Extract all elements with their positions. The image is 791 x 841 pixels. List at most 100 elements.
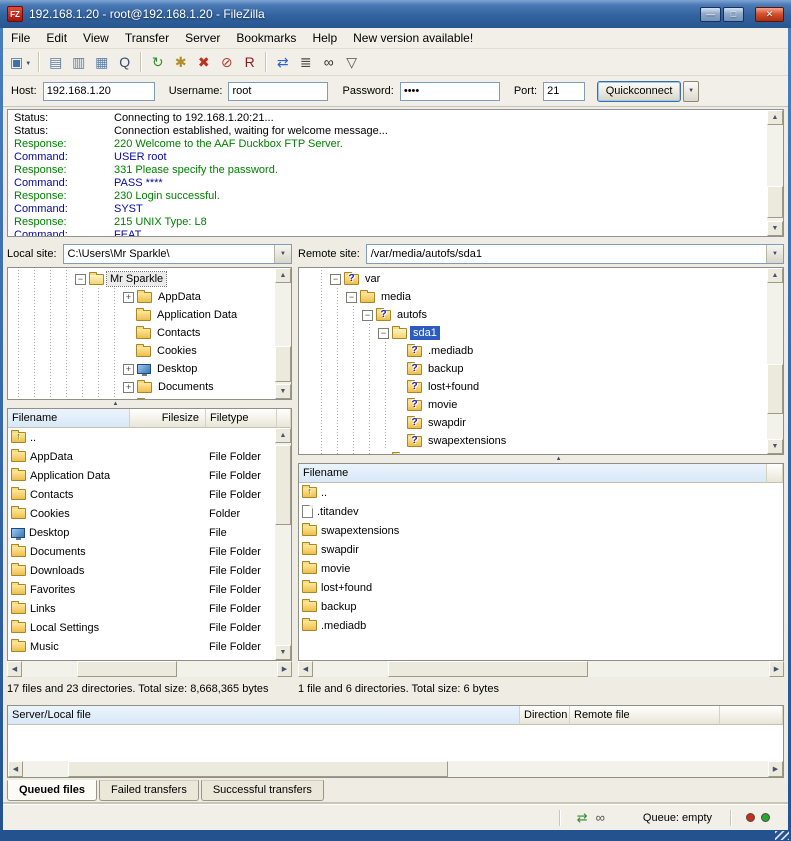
remote-tree-list-splitter[interactable]: ▲ [298, 455, 784, 463]
collapse-icon[interactable]: − [378, 328, 389, 339]
disconnect-button[interactable]: ⊘ [215, 51, 238, 74]
scroll-right-icon[interactable] [277, 661, 292, 677]
toggle-local-tree-button[interactable]: ▥ [67, 51, 90, 74]
file-row[interactable]: DesktopFile [8, 523, 291, 542]
host-input[interactable] [43, 82, 155, 101]
scroll-right-icon[interactable] [769, 661, 784, 677]
tree-row[interactable]: Application Data [8, 306, 275, 324]
tree-row[interactable]: .mediadb [299, 342, 767, 360]
scroll-left-icon[interactable] [8, 761, 23, 777]
tab-queued-files[interactable]: Queued files [7, 780, 97, 801]
password-input[interactable] [400, 82, 500, 101]
scroll-up-icon[interactable] [275, 268, 291, 283]
file-row[interactable]: CookiesFolder [8, 504, 291, 523]
log-scrollbar[interactable] [767, 110, 783, 236]
file-row[interactable]: .. [299, 483, 783, 502]
synchronized-browsing-button[interactable]: ⇄ [271, 51, 294, 74]
title-bar[interactable]: FZ 192.168.1.20 - root@192.168.1.20 - Fi… [0, 0, 791, 28]
quickconnect-button[interactable]: Quickconnect [597, 81, 681, 102]
scroll-down-icon[interactable] [767, 221, 783, 236]
file-row[interactable]: movie [299, 559, 783, 578]
tab-successful-transfers[interactable]: Successful transfers [201, 780, 324, 801]
tree-row[interactable]: +Desktop [8, 360, 275, 378]
find-files-button[interactable]: ∞ [317, 51, 340, 74]
column-header-filesize[interactable]: Filesize [130, 409, 206, 428]
scroll-up-icon[interactable] [767, 110, 783, 125]
remote-site-combobox[interactable]: /var/media/autofs/sda1 [366, 244, 784, 264]
scrollbar-thumb[interactable] [275, 445, 291, 525]
scroll-left-icon[interactable] [7, 661, 22, 677]
menu-item-bookmarks[interactable]: Bookmarks [228, 28, 304, 49]
file-row[interactable]: FavoritesFile Folder [8, 580, 291, 599]
file-row[interactable]: backup [299, 597, 783, 616]
splitter-collapse-icon[interactable]: ▲ [112, 401, 118, 407]
collapse-icon[interactable]: − [75, 274, 86, 285]
file-row[interactable]: ContactsFile Folder [8, 485, 291, 504]
column-header-filetype[interactable]: Filetype [206, 409, 277, 428]
port-input[interactable] [543, 82, 585, 101]
toggle-remote-tree-button[interactable]: ▦ [90, 51, 113, 74]
file-row[interactable]: Local SettingsFile Folder [8, 618, 291, 637]
queue-splitter[interactable] [3, 697, 788, 705]
column-header-remote-file[interactable]: Remote file [570, 706, 720, 725]
expand-icon[interactable]: + [378, 454, 389, 455]
tree-row[interactable]: −sda1 [299, 324, 767, 342]
tree-row[interactable]: swapdir [299, 414, 767, 432]
scroll-down-icon[interactable] [275, 384, 291, 399]
expand-icon[interactable]: + [123, 382, 134, 393]
quickconnect-dropdown-button[interactable] [683, 81, 699, 102]
minimize-button[interactable]: — [700, 7, 721, 22]
scrollbar-thumb[interactable] [767, 364, 783, 414]
expand-icon[interactable]: + [123, 292, 134, 303]
tree-row[interactable]: swapextensions [299, 432, 767, 450]
tree-row[interactable]: backup [299, 360, 767, 378]
cancel-operation-button[interactable]: ✖ [192, 51, 215, 74]
expand-icon[interactable]: + [123, 364, 134, 375]
transfer-queue-body[interactable] [8, 725, 783, 762]
scroll-down-icon[interactable] [767, 439, 783, 454]
toggle-message-log-button[interactable]: ▤ [44, 51, 67, 74]
close-button[interactable]: ✕ [755, 7, 784, 22]
remote-list-hscrollbar[interactable] [298, 661, 784, 677]
queue-hscrollbar[interactable] [8, 761, 783, 777]
menu-item-help[interactable]: Help [304, 28, 345, 49]
file-row[interactable]: .titandev [299, 502, 783, 521]
scroll-up-icon[interactable] [767, 268, 783, 283]
process-queue-button[interactable]: ✱ [169, 51, 192, 74]
directory-listing-button[interactable]: ≣ [294, 51, 317, 74]
toggle-queue-button[interactable]: Q [113, 51, 136, 74]
tree-row[interactable]: −autofs [299, 306, 767, 324]
scrollbar-thumb[interactable] [77, 661, 177, 677]
file-row[interactable]: .mediadb [299, 616, 783, 635]
menu-item-view[interactable]: View [75, 28, 117, 49]
combo-dropdown-icon[interactable] [274, 245, 291, 263]
maximize-button[interactable]: □ [723, 7, 744, 22]
tree-row[interactable]: −var [299, 270, 767, 288]
menu-item-new-version-available[interactable]: New version available! [345, 28, 481, 49]
tree-row[interactable]: Cookies [8, 342, 275, 360]
column-header-server-local-file[interactable]: Server/Local file [8, 706, 520, 725]
menu-item-transfer[interactable]: Transfer [117, 28, 177, 49]
resize-grip[interactable] [775, 831, 789, 840]
tree-row[interactable]: −media [299, 288, 767, 306]
file-row[interactable]: swapdir [299, 540, 783, 559]
username-input[interactable] [228, 82, 328, 101]
collapse-icon[interactable]: − [362, 310, 373, 321]
column-header-filename[interactable]: Filename [299, 464, 767, 483]
tree-row[interactable]: −Mr Sparkle [8, 270, 275, 288]
scrollbar-thumb[interactable] [68, 761, 448, 777]
menu-item-server[interactable]: Server [177, 28, 228, 49]
column-header-direction[interactable]: Direction [520, 706, 570, 725]
local-tree-list-splitter[interactable]: ▲ [7, 400, 292, 408]
menu-item-file[interactable]: File [3, 28, 38, 49]
refresh-button[interactable]: ↻ [146, 51, 169, 74]
collapse-icon[interactable]: − [330, 274, 341, 285]
tab-failed-transfers[interactable]: Failed transfers [99, 780, 199, 801]
reconnect-button[interactable]: R [238, 51, 261, 74]
tree-row[interactable]: +dvd [299, 450, 767, 454]
filter-button[interactable]: ▽ [340, 51, 363, 74]
file-row[interactable]: MusicFile Folder [8, 637, 291, 656]
combo-dropdown-icon[interactable] [766, 245, 783, 263]
file-row[interactable]: DownloadsFile Folder [8, 561, 291, 580]
local-list-scrollbar[interactable] [275, 428, 291, 660]
